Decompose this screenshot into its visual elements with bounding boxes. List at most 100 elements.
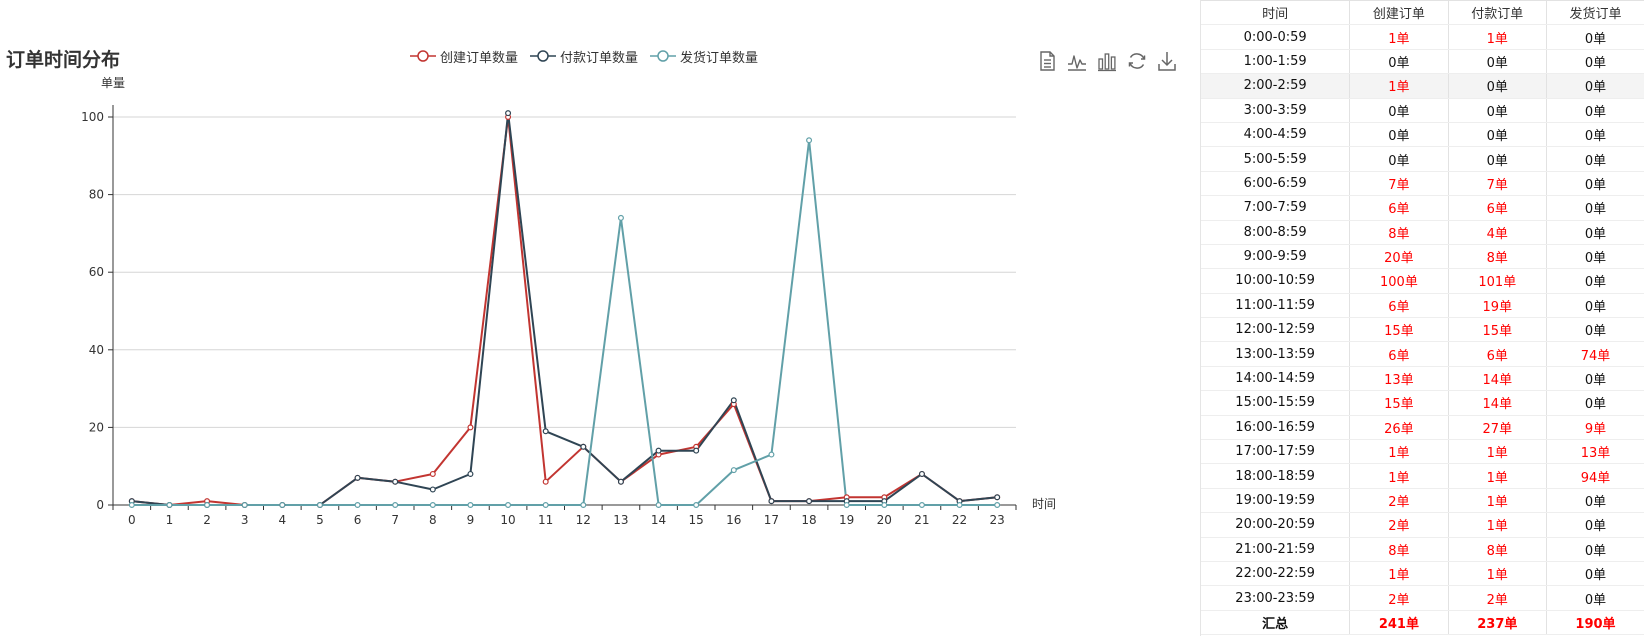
time-cell: 13:00-13:59 [1201, 341, 1351, 367]
table-row: 11:00-11:59 6单 19单 0单 [1201, 293, 1644, 319]
time-cell: 7:00-7:59 [1201, 195, 1351, 221]
data-point-series-2 [994, 494, 1001, 501]
y-tick-label: 20 [89, 420, 104, 434]
x-tick-label: 3 [241, 513, 249, 527]
count-cell: 100单 [1349, 268, 1449, 294]
count-cell: 20单 [1349, 244, 1449, 270]
table-row: 8:00-8:59 8单 4单 0单 [1201, 220, 1644, 245]
line-chart-icon[interactable] [1066, 50, 1088, 72]
count-cell: 0单 [1448, 73, 1548, 99]
count-cell: 1单 [1448, 463, 1548, 489]
count-cell: 14单 [1448, 390, 1548, 416]
count-cell: 2单 [1349, 585, 1449, 611]
table-row: 0:00-0:59 1单 1单 0单 [1201, 24, 1644, 50]
table-total-row: 汇总 241单 237单 190单 [1201, 610, 1644, 636]
data-point-series-3 [467, 502, 474, 509]
column-header: 创建订单 [1349, 0, 1449, 26]
order-time-table: 时间 创建订单 付款订单 发货订单 0:00-0:59 1单 1单 0单 1:00-1:59 0… [1201, 0, 1644, 636]
order-table-panel: 时间 创建订单 付款订单 发货订单 0:00-0:59 1单 1单 0单 1:00-1:59 0… [1200, 0, 1644, 636]
data-point-series-2 [768, 498, 775, 505]
data-point-series-2 [467, 470, 474, 477]
table-row: 13:00-13:59 6单 6单 74单 [1201, 341, 1644, 367]
table-row: 16:00-16:59 26单 27单 9单 [1201, 415, 1644, 441]
table-row: 9:00-9:59 20单 8单 0单 [1201, 244, 1644, 270]
count-cell: 27单 [1448, 415, 1548, 441]
data-point-series-2 [429, 486, 436, 493]
restore-icon[interactable] [1126, 50, 1148, 72]
table-row: 12:00-12:59 15单 15单 0单 [1201, 317, 1644, 343]
bar-chart-icon[interactable] [1096, 50, 1118, 72]
table-row: 6:00-6:59 7单 7单 0单 [1201, 171, 1644, 197]
count-cell: 101单 [1448, 268, 1548, 294]
time-cell: 3:00-3:59 [1201, 98, 1351, 123]
data-point-series-2 [655, 447, 662, 454]
time-cell: 11:00-11:59 [1201, 293, 1351, 319]
data-point-series-3 [316, 502, 323, 509]
count-cell: 0单 [1546, 366, 1644, 392]
table-row: 1:00-1:59 0单 0单 0单 [1201, 49, 1644, 75]
data-point-series-2 [730, 397, 737, 404]
data-point-series-3 [730, 467, 737, 474]
legend-item-1[interactable]: 创建订单数量 [410, 47, 518, 66]
count-cell: 0单 [1546, 171, 1644, 197]
count-cell: 0单 [1349, 122, 1449, 148]
count-cell: 0单 [1448, 98, 1548, 123]
data-point-series-3 [392, 502, 399, 509]
time-cell: 19:00-19:59 [1201, 488, 1351, 514]
table-row: 5:00-5:59 0单 0单 0单 [1201, 146, 1644, 172]
x-tick-label: 14 [651, 513, 666, 527]
x-tick-label: 16 [726, 513, 741, 527]
count-cell: 0单 [1546, 195, 1644, 221]
count-cell: 0单 [1349, 146, 1449, 172]
table-row: 15:00-15:59 15单 14单 0单 [1201, 390, 1644, 416]
count-cell: 0单 [1546, 537, 1644, 562]
x-tick-label: 17 [764, 513, 779, 527]
table-row: 19:00-19:59 2单 1单 0单 [1201, 488, 1644, 514]
x-axis-label: 时间 [1032, 497, 1056, 511]
data-point-series-3 [279, 502, 286, 509]
count-cell: 6单 [1448, 341, 1548, 367]
legend-item-2[interactable]: 付款订单数量 [530, 47, 638, 66]
x-tick-label: 1 [166, 513, 174, 527]
count-cell: 7单 [1349, 171, 1449, 197]
count-cell: 2单 [1448, 585, 1548, 611]
time-cell: 4:00-4:59 [1201, 122, 1351, 148]
count-cell: 190单 [1546, 610, 1644, 636]
x-tick-label: 20 [877, 513, 892, 527]
data-point-series-3 [166, 502, 173, 509]
table-row: 4:00-4:59 0单 0单 0单 [1201, 122, 1644, 148]
count-cell: 0单 [1546, 293, 1644, 319]
legend-line-circle-icon [410, 50, 436, 62]
data-point-series-2 [617, 478, 624, 485]
time-cell: 2:00-2:59 [1201, 73, 1351, 99]
count-cell: 0单 [1448, 146, 1548, 172]
chart-title: 订单时间分布 [6, 49, 121, 71]
legend-item-3[interactable]: 发货订单数量 [650, 47, 758, 66]
count-cell: 6单 [1349, 195, 1449, 221]
y-tick-label: 60 [89, 265, 104, 279]
time-cell: 16:00-16:59 [1201, 415, 1351, 441]
data-point-series-3 [241, 502, 248, 509]
table-row: 17:00-17:59 1单 1单 13单 [1201, 439, 1644, 465]
count-cell: 0单 [1546, 49, 1644, 75]
download-icon[interactable] [1156, 50, 1178, 72]
time-cell: 22:00-22:59 [1201, 561, 1351, 587]
data-point-series-2 [806, 498, 813, 505]
table-row: 20:00-20:59 2单 1单 0单 [1201, 512, 1644, 538]
y-tick-label: 0 [96, 498, 104, 512]
x-tick-label: 23 [990, 513, 1005, 527]
count-cell: 241单 [1349, 610, 1449, 636]
time-cell: 12:00-12:59 [1201, 317, 1351, 343]
line-chart: 0204060801000 1 2 3 4 5 6 7 8 9 10 11 12 13 14 15 16 17 18… [81, 76, 1056, 527]
toolbox [1036, 50, 1186, 72]
series-line-2 [131, 112, 998, 506]
count-cell: 13单 [1546, 439, 1644, 465]
count-cell: 15单 [1448, 317, 1548, 343]
count-cell: 1单 [1349, 439, 1449, 465]
data-view-icon[interactable] [1036, 50, 1058, 72]
y-tick-label: 80 [89, 188, 104, 202]
count-cell: 0单 [1546, 585, 1644, 611]
data-point-series-3 [806, 137, 813, 144]
time-cell: 15:00-15:59 [1201, 390, 1351, 416]
count-cell: 0单 [1448, 49, 1548, 75]
